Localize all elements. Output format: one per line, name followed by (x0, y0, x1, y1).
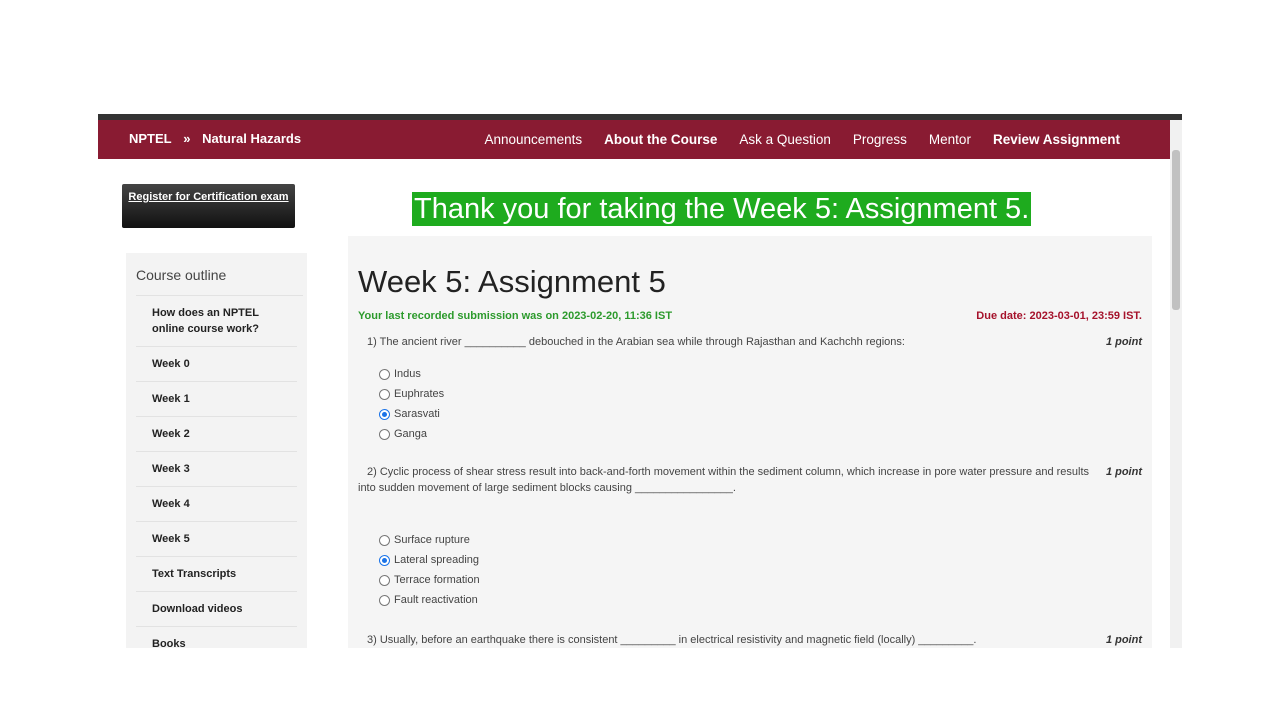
option-label: Lateral spreading (394, 554, 480, 566)
submission-status: Your last recorded submission was on 202… (358, 310, 673, 322)
sidebar-item[interactable]: Week 0 (136, 346, 297, 381)
page-title: Week 5: Assignment 5 (358, 264, 666, 299)
question: 3) Usually, before an earthquake there i… (358, 632, 1142, 648)
radio-button[interactable] (379, 408, 390, 420)
nav-ask-a-question[interactable]: Ask a Question (739, 132, 831, 147)
radio-button[interactable] (379, 574, 390, 586)
option-label: Fault reactivation (394, 594, 478, 606)
option[interactable]: Surface rupture (379, 530, 1142, 550)
course-outline: Course outline How does an NPTEL online … (126, 253, 307, 648)
option[interactable]: Sarasvati (379, 404, 1142, 424)
radio-button[interactable] (379, 368, 390, 380)
assignment-panel: Week 5: Assignment 5 Your last recorded … (348, 236, 1152, 648)
due-date: Due date: 2023-03-01, 23:59 IST. (976, 310, 1142, 322)
options: Indus Euphrates Sarasvati Ganga (379, 364, 1142, 444)
sidebar-item[interactable]: Week 5 (136, 521, 297, 556)
nav-announcements[interactable]: Announcements (485, 132, 583, 147)
question-text: 3) Usually, before an earthquake there i… (367, 634, 977, 646)
register-certification-button[interactable]: Register for Certification exam (122, 184, 295, 228)
top-nav: Announcements About the Course Ask a Quest… (485, 132, 1120, 147)
question: 2) Cyclic process of shear stress result… (358, 464, 1142, 496)
sidebar-item[interactable]: How does an NPTEL online course work? (136, 295, 303, 346)
breadcrumb-course[interactable]: Natural Hazards (202, 131, 301, 146)
sidebar-item[interactable]: Week 1 (136, 381, 297, 416)
question-points: 1 point (1105, 634, 1142, 646)
nav-mentor[interactable]: Mentor (929, 132, 971, 147)
option[interactable]: Euphrates (379, 384, 1142, 404)
radio-button[interactable] (379, 428, 390, 440)
radio-button[interactable] (379, 388, 390, 400)
option-label: Ganga (394, 428, 428, 440)
option-label: Indus (394, 368, 421, 380)
thank-you-banner: Thank you for taking the Week 5: Assignm… (412, 192, 1032, 226)
option-label: Euphrates (394, 388, 445, 400)
option-label: Sarasvati (394, 408, 440, 420)
question-points: 1 point (1105, 336, 1142, 348)
radio-button[interactable] (379, 594, 390, 606)
site-header: NPTEL » Natural Hazards Announcements Abo… (98, 120, 1170, 159)
browser-viewport: NPTEL » Natural Hazards Announcements Abo… (98, 114, 1182, 648)
question-points: 1 point (1105, 466, 1142, 478)
nav-review-assignment[interactable]: Review Assignment (993, 132, 1120, 147)
breadcrumb-nptel[interactable]: NPTEL (129, 131, 172, 146)
nav-progress[interactable]: Progress (853, 132, 907, 147)
option[interactable]: Terrace formation (379, 570, 1142, 590)
sidebar-item[interactable]: Books (136, 626, 297, 648)
scrollbar-thumb[interactable] (1172, 150, 1180, 310)
option[interactable]: Indus (379, 364, 1142, 384)
sidebar-item[interactable]: Week 2 (136, 416, 297, 451)
sidebar-item[interactable]: Week 4 (136, 486, 297, 521)
option[interactable]: Fault reactivation (379, 590, 1142, 610)
nav-about-the-course[interactable]: About the Course (604, 132, 717, 147)
question-text: 1) The ancient river __________ debouche… (367, 336, 905, 348)
breadcrumb-separator: » (183, 131, 191, 146)
course-outline-title: Course outline (136, 267, 227, 283)
breadcrumb: NPTEL » Natural Hazards (129, 131, 309, 146)
radio-button[interactable] (379, 554, 390, 566)
radio-button[interactable] (379, 534, 390, 546)
sidebar-item[interactable]: Text Transcripts (136, 556, 297, 591)
sidebar-item[interactable]: Week 3 (136, 451, 297, 486)
question: 1) The ancient river __________ debouche… (358, 334, 1142, 350)
question-text: 2) Cyclic process of shear stress result… (358, 466, 1090, 494)
scrollbar[interactable] (1170, 120, 1182, 648)
options: Surface rupture Lateral spreading Terrace … (379, 530, 1142, 610)
option-label: Surface rupture (394, 534, 470, 546)
option[interactable]: Ganga (379, 424, 1142, 444)
option-label: Terrace formation (394, 574, 480, 586)
option[interactable]: Lateral spreading (379, 550, 1142, 570)
sidebar-item[interactable]: Download videos (136, 591, 297, 626)
